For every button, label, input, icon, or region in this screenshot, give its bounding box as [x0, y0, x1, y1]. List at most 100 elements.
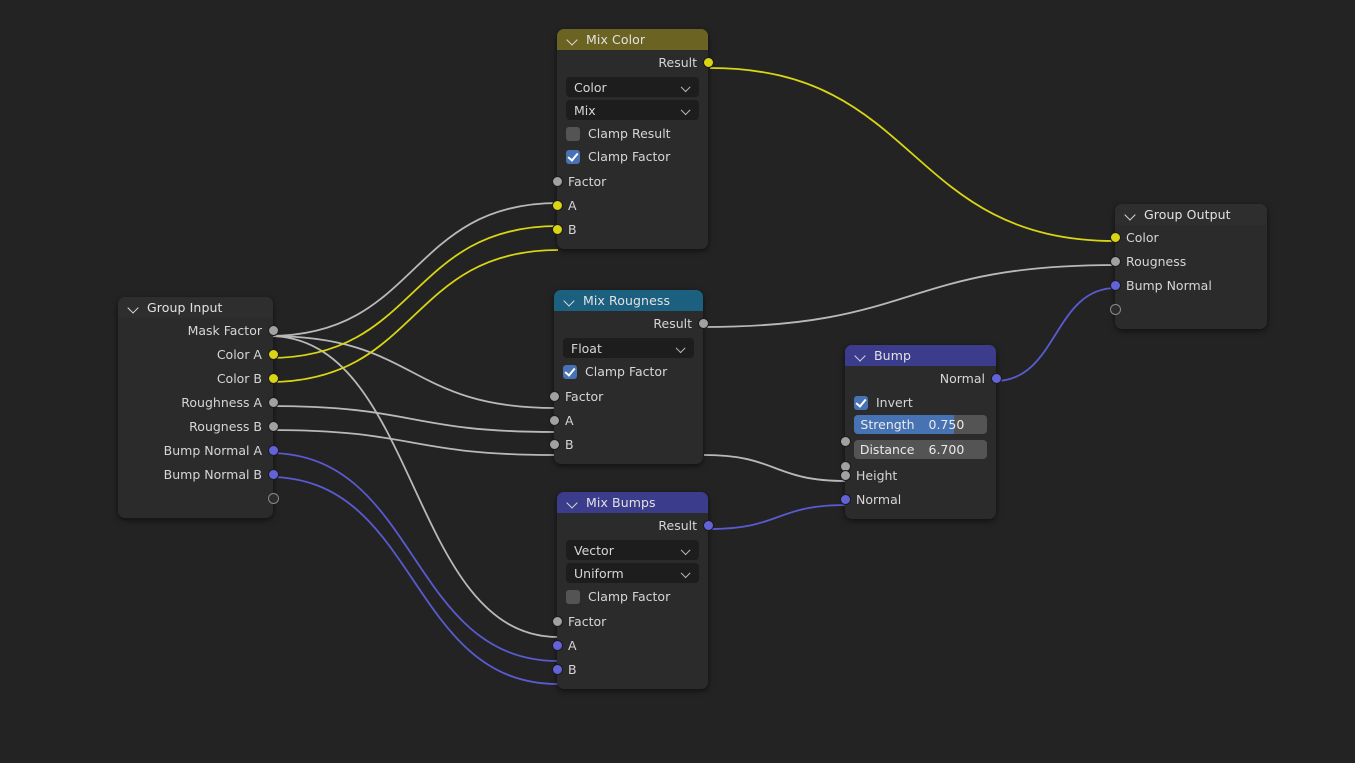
dropdown-value: Mix	[574, 103, 596, 118]
node-group-input[interactable]: Group InputMask FactorColor AColor BRoug…	[118, 297, 273, 518]
socket-purple[interactable]	[703, 520, 714, 531]
node-header-mix-roughness[interactable]: Mix Rougness	[554, 290, 703, 311]
node-header-group-input[interactable]: Group Input	[118, 297, 273, 318]
socket-purple[interactable]	[552, 664, 563, 675]
checkbox-label: Clamp Factor	[588, 589, 670, 604]
socket-gray[interactable]	[268, 421, 279, 432]
node-header-mix-color[interactable]: Mix Color	[557, 29, 708, 50]
checkbox-label: Clamp Factor	[588, 149, 670, 164]
socket-purple[interactable]	[268, 469, 279, 480]
socket-yellow[interactable]	[552, 224, 563, 235]
socket-yellow[interactable]	[703, 57, 714, 68]
node-header-group-output[interactable]: Group Output	[1115, 204, 1267, 225]
slider-strength[interactable]: Strength0.750	[854, 415, 987, 434]
link-colora-to-mixcolor-a[interactable]	[269, 226, 558, 358]
dropdown-value: Uniform	[574, 566, 624, 581]
input-row: A	[557, 633, 708, 657]
node-editor-canvas[interactable]: Group InputMask FactorColor AColor BRoug…	[0, 0, 1355, 763]
dropdown-vector[interactable]: Vector	[566, 540, 699, 560]
socket-gray[interactable]	[552, 176, 563, 187]
link-roughnessb-to-mixroughness-b[interactable]	[269, 430, 555, 455]
link-roughnessa-to-mixroughness-a[interactable]	[269, 406, 555, 432]
checkbox-checked-icon[interactable]	[563, 365, 577, 379]
chevron-down-icon[interactable]	[854, 349, 867, 362]
checkbox-invert[interactable]: Invert	[854, 392, 987, 413]
socket-yellow[interactable]	[552, 200, 563, 211]
checkbox-clamp-result[interactable]: Clamp Result	[566, 123, 699, 144]
socket-yellow[interactable]	[1110, 232, 1121, 243]
socket-label: Normal	[856, 492, 901, 507]
slider-value: 6.700	[921, 440, 988, 459]
chevron-down-icon[interactable]	[566, 33, 579, 46]
link-bumpnormala-to-mixbumps-a[interactable]	[269, 453, 558, 661]
socket-empty[interactable]	[1110, 304, 1121, 315]
input-row: Factor	[557, 169, 708, 193]
dropdown-float[interactable]: Float	[563, 338, 694, 358]
chevron-down-icon	[682, 569, 691, 578]
socket-gray[interactable]	[698, 318, 709, 329]
node-header-mix-bumps[interactable]: Mix Bumps	[557, 492, 708, 513]
checkbox-clamp-factor[interactable]: Clamp Factor	[566, 586, 699, 607]
chevron-down-icon[interactable]	[566, 496, 579, 509]
socket-yellow[interactable]	[268, 349, 279, 360]
socket-purple[interactable]	[552, 640, 563, 651]
socket-gray[interactable]	[840, 470, 851, 481]
node-group-output[interactable]: Group OutputColorRougnessBump Normal	[1115, 204, 1267, 329]
node-header-bump[interactable]: Bump	[845, 345, 996, 366]
link-maskfactor-to-mixbumps-factor[interactable]	[269, 336, 558, 637]
socket-purple[interactable]	[991, 373, 1002, 384]
socket-label: B	[565, 437, 574, 452]
socket-purple[interactable]	[268, 445, 279, 456]
input-row: Normal	[845, 487, 996, 511]
link-colorb-to-mixcolor-b[interactable]	[269, 250, 558, 382]
node-mix-color[interactable]: Mix Color Result Color Mix Clamp Result Clamp…	[557, 29, 708, 249]
slider-row: Distance6.700	[845, 440, 996, 463]
dropdown-mix[interactable]: Mix	[566, 100, 699, 120]
link-mixroughness-b-to-bump-height[interactable]	[704, 455, 846, 481]
link-bump-normal-to-output-bumpnormal[interactable]	[995, 288, 1116, 381]
dropdown-uniform[interactable]: Uniform	[566, 563, 699, 583]
chevron-down-icon[interactable]	[563, 294, 576, 307]
socket-label: Factor	[568, 174, 606, 189]
socket-gray[interactable]	[268, 397, 279, 408]
slider-distance[interactable]: Distance6.700	[854, 440, 987, 459]
link-bumpnormalb-to-mixbumps-b[interactable]	[269, 477, 558, 684]
checkbox-label: Invert	[876, 395, 913, 410]
link-maskfactor-to-mixroughness-factor[interactable]	[269, 336, 555, 408]
checkbox-unchecked-icon[interactable]	[566, 590, 580, 604]
checkbox-clamp-factor[interactable]: Clamp Factor	[563, 361, 694, 382]
socket-purple[interactable]	[840, 494, 851, 505]
link-mixroughness-result-to-output-roughness[interactable]	[704, 265, 1116, 327]
socket-empty[interactable]	[268, 493, 279, 504]
checkbox-checked-icon[interactable]	[566, 150, 580, 164]
socket-gray[interactable]	[552, 616, 563, 627]
node-bump[interactable]: Bump Normal Invert Strength0.750 Distance6.7…	[845, 345, 996, 519]
socket-gray[interactable]	[549, 439, 560, 450]
node-body-bump: NormalInvertStrength0.750Distance6.700He…	[845, 366, 996, 519]
socket-label: Mask Factor	[188, 323, 262, 338]
node-mix-bumps[interactable]: Mix Bumps Result Vector Uniform Clamp Factor…	[557, 492, 708, 689]
checkbox-unchecked-icon[interactable]	[566, 127, 580, 141]
checkbox-checked-icon[interactable]	[854, 396, 868, 410]
chevron-down-icon[interactable]	[1124, 208, 1137, 221]
node-title: Group Input	[147, 300, 223, 315]
socket-yellow[interactable]	[268, 373, 279, 384]
input-row: A	[554, 408, 703, 432]
socket-purple[interactable]	[1110, 280, 1121, 291]
socket-gray[interactable]	[549, 415, 560, 426]
link-maskfactor-to-mixcolor-factor[interactable]	[269, 203, 558, 336]
socket-label: Result	[658, 55, 697, 70]
output-row: Color B	[118, 366, 273, 390]
link-mixcolor-result-to-output-color[interactable]	[710, 68, 1116, 241]
link-mixbumps-result-to-bump-normal[interactable]	[710, 505, 846, 529]
input-row: Factor	[557, 609, 708, 633]
dropdown-color[interactable]: Color	[566, 77, 699, 97]
socket-gray[interactable]	[549, 391, 560, 402]
node-mix-roughness[interactable]: Mix RougnessResultFloatClamp FactorFacto…	[554, 290, 703, 464]
node-body-mix-roughness: ResultFloatClamp FactorFactorAB	[554, 311, 703, 464]
socket-gray[interactable]	[1110, 256, 1121, 267]
chevron-down-icon[interactable]	[127, 301, 140, 314]
socket-label: Result	[658, 518, 697, 533]
socket-gray[interactable]	[268, 325, 279, 336]
checkbox-clamp-factor[interactable]: Clamp Factor	[566, 146, 699, 167]
